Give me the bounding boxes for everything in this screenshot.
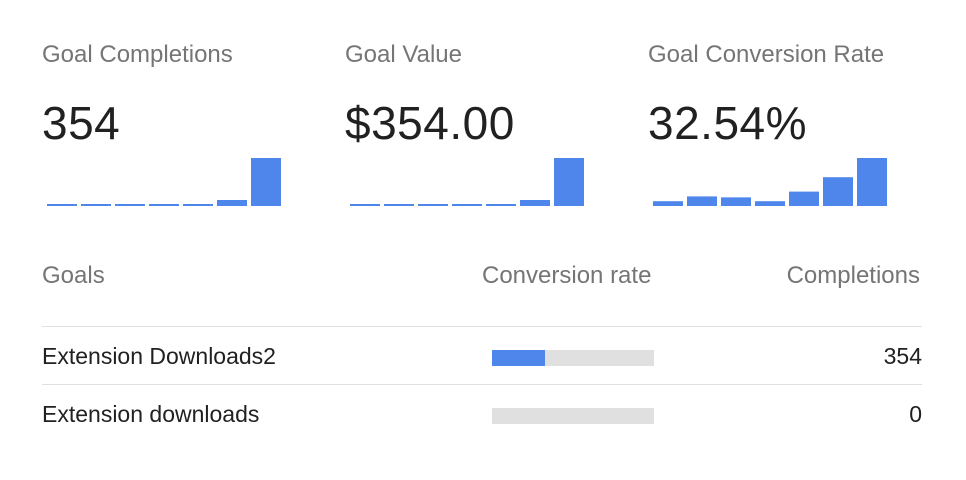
- metric-title: Goal Conversion Rate: [648, 41, 885, 68]
- sparkline-bar: [350, 204, 380, 206]
- metric-goal-value: Goal Value $354.00: [345, 0, 625, 215]
- table-row[interactable]: Extension Downloads2 354: [42, 328, 922, 384]
- metric-goal-conversion-rate: Goal Conversion Rate 32.54%: [648, 0, 928, 215]
- header-conversion-rate: Conversion rate: [482, 262, 652, 289]
- goal-name[interactable]: Extension Downloads2: [42, 343, 276, 370]
- metric-value: $354.00: [345, 97, 515, 149]
- metric-value: 32.54%: [648, 97, 808, 149]
- sparkline-bar: [418, 204, 448, 206]
- metric-value: 354: [42, 97, 121, 149]
- sparkline-bar: [115, 204, 145, 206]
- table-row[interactable]: Extension downloads 0: [42, 386, 922, 442]
- completions-count: 0: [909, 401, 922, 427]
- metric-title: Goal Value: [345, 41, 462, 68]
- completions-count: 354: [883, 343, 922, 369]
- sparkline-bar: [217, 200, 247, 206]
- sparkline-bar: [452, 204, 482, 206]
- sparkline: [653, 158, 887, 206]
- header-goals: Goals: [42, 262, 105, 289]
- sparkline-bar: [251, 158, 281, 206]
- header-completions: Completions: [786, 262, 920, 289]
- sparkline-bar: [789, 191, 819, 206]
- sparkline-bar: [183, 204, 213, 206]
- conversion-rate-bar: [492, 350, 654, 366]
- sparkline: [350, 158, 584, 206]
- sparkline-bar: [81, 204, 111, 206]
- sparkline-bar: [520, 200, 550, 206]
- sparkline-bar: [47, 204, 77, 206]
- sparkline-bar: [486, 204, 516, 206]
- goal-name[interactable]: Extension downloads: [42, 401, 259, 428]
- sparkline-bar: [149, 204, 179, 206]
- sparkline-bar: [653, 201, 683, 206]
- sparkline: [47, 158, 281, 206]
- table-divider: [42, 384, 922, 385]
- sparkline-bar: [755, 201, 785, 206]
- table-divider: [42, 326, 922, 327]
- sparkline-bar: [687, 196, 717, 206]
- sparkline-bar: [823, 177, 853, 206]
- sparkline-bar: [721, 197, 751, 206]
- metric-goal-completions: Goal Completions 354: [42, 0, 322, 215]
- sparkline-bar: [384, 204, 414, 206]
- sparkline-bar: [857, 158, 887, 206]
- sparkline-bar: [554, 158, 584, 206]
- conversion-rate-bar: [492, 408, 654, 424]
- conversion-rate-bar-fill: [492, 350, 546, 366]
- metric-title: Goal Completions: [42, 41, 233, 68]
